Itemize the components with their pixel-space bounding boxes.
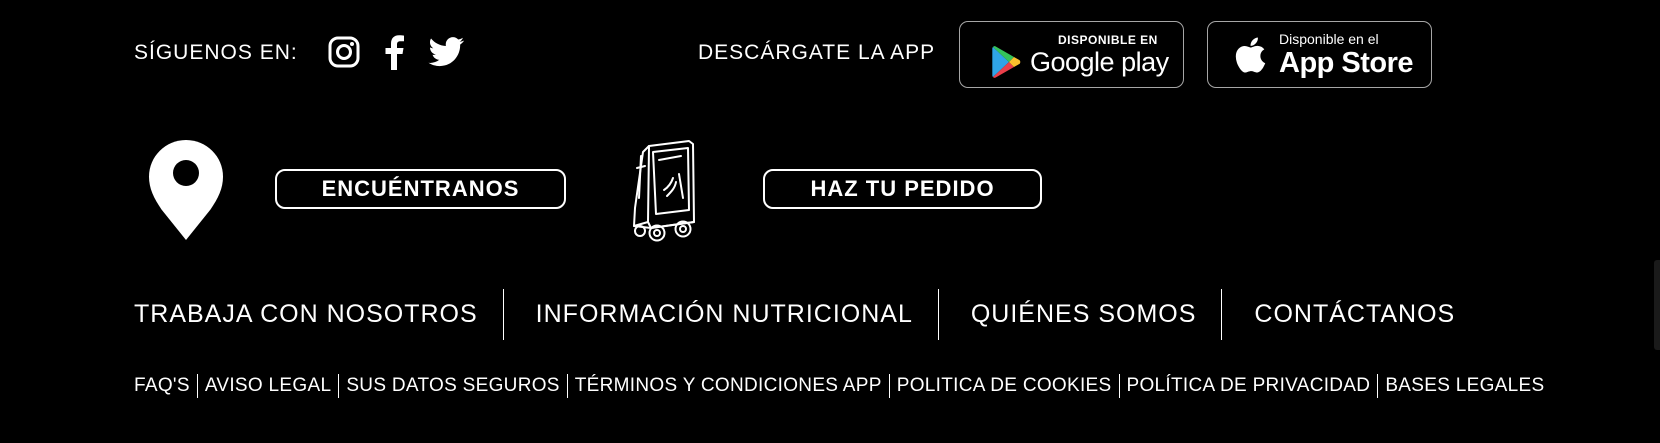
delivery-cart-icon xyxy=(631,138,705,247)
app-store-badge[interactable]: Disponible en el App Store xyxy=(1207,21,1432,88)
legal-bases-link[interactable]: BASES LEGALES xyxy=(1385,375,1544,397)
separator xyxy=(1377,374,1379,398)
download-app-label: DESCÁRGATE LA APP xyxy=(698,41,936,64)
contact-link[interactable]: CONTÁCTANOS xyxy=(1254,300,1455,329)
scrollbar-edge[interactable] xyxy=(1654,260,1660,350)
google-play-small-text: DISPONIBLE EN xyxy=(1058,32,1158,47)
twitter-icon[interactable] xyxy=(428,34,465,70)
separator xyxy=(196,374,198,398)
app-store-small-text: Disponible en el xyxy=(1279,30,1379,47)
privacy-policy-link[interactable]: POLÍTICA DE PRIVACIDAD xyxy=(1127,375,1371,397)
app-store-big-text: App Store xyxy=(1279,46,1414,79)
separator xyxy=(1118,374,1120,398)
separator xyxy=(566,374,568,398)
nutrition-info-link[interactable]: INFORMACIÓN NUTRICIONAL xyxy=(536,300,913,329)
separator xyxy=(1221,289,1223,340)
order-button[interactable]: HAZ TU PEDIDO xyxy=(763,169,1042,209)
google-play-big-text: Google play xyxy=(1030,46,1169,77)
about-us-link[interactable]: QUIÉNES SOMOS xyxy=(971,300,1197,329)
separator xyxy=(888,374,890,398)
data-security-link[interactable]: SUS DATOS SEGUROS xyxy=(346,375,559,397)
footer-main-nav: TRABAJA CON NOSOTROS INFORMACIÓN NUTRICI… xyxy=(134,289,1455,340)
google-play-badge[interactable]: DISPONIBLE EN Google play xyxy=(959,21,1184,88)
separator xyxy=(338,374,340,398)
apple-icon xyxy=(1234,35,1267,75)
instagram-icon[interactable] xyxy=(328,34,360,70)
app-terms-link[interactable]: TÉRMINOS Y CONDICIONES APP xyxy=(575,375,882,397)
follow-us-label: SÍGUENOS EN: xyxy=(134,41,298,64)
cookie-policy-link[interactable]: POLITICA DE COOKIES xyxy=(897,375,1112,397)
footer-legal-nav: FAQ'S AVISO LEGAL SUS DATOS SEGUROS TÉRM… xyxy=(134,372,1544,400)
work-with-us-link[interactable]: TRABAJA CON NOSOTROS xyxy=(134,300,478,329)
separator xyxy=(502,289,504,340)
legal-notice-link[interactable]: AVISO LEGAL xyxy=(205,375,332,397)
facebook-icon[interactable] xyxy=(383,34,405,70)
map-pin-icon xyxy=(148,139,224,246)
google-play-icon xyxy=(992,45,1021,78)
faq-link[interactable]: FAQ'S xyxy=(134,375,190,397)
find-us-button[interactable]: ENCUÉNTRANOS xyxy=(275,169,566,209)
separator xyxy=(937,289,939,340)
